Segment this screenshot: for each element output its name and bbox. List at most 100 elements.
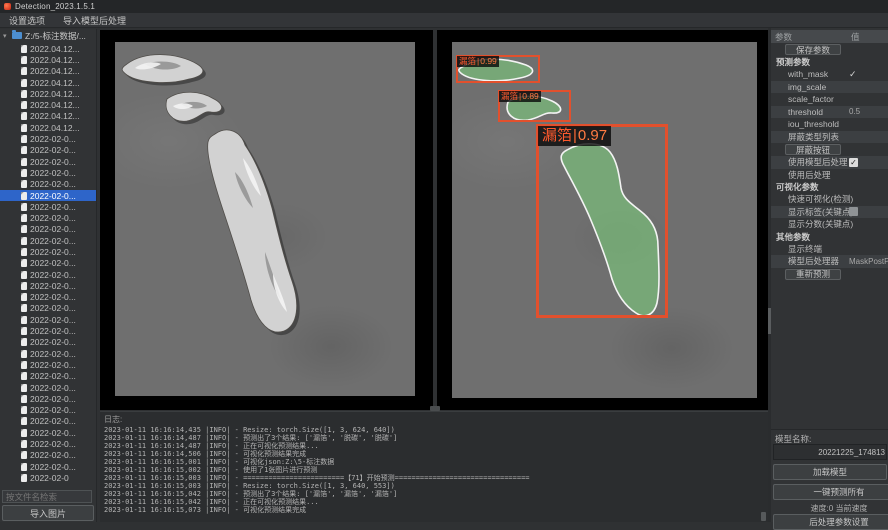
- param-row[interactable]: 屏蔽类型列表: [771, 131, 888, 144]
- param-action-button[interactable]: 重新预测: [785, 269, 841, 280]
- param-row[interactable]: 快速可视化(检测): [771, 193, 888, 206]
- tree-item[interactable]: 2022-02-0...: [0, 314, 96, 325]
- tree-item[interactable]: 2022-02-0...: [0, 190, 96, 201]
- tree-item[interactable]: 2022-02-0...: [0, 145, 96, 156]
- model-name-field[interactable]: 20221225_174813: [773, 444, 887, 460]
- tree-item-label: 2022-02-0...: [30, 383, 76, 393]
- postprocess-params-button[interactable]: 后处理参数设置: [773, 514, 888, 530]
- param-action-button[interactable]: 屏蔽按钮: [785, 144, 841, 155]
- tree-root[interactable]: ▾ Z:/5-标注数据/...: [0, 29, 96, 42]
- log-line: 2023-01-11 16:16:15,042 |INFO| - 正在可视化预测…: [100, 498, 768, 506]
- tree-item[interactable]: 2022-02-0...: [0, 224, 96, 235]
- param-row[interactable]: threshold0.5: [771, 106, 888, 119]
- tree-item[interactable]: 2022-02-0...: [0, 269, 96, 280]
- tree-root-label: Z:/5-标注数据/...: [25, 30, 86, 42]
- file-icon: [21, 248, 27, 256]
- tree-item[interactable]: 2022.04.12...: [0, 66, 96, 77]
- tree-item-label: 2022-02-0...: [30, 315, 76, 325]
- load-model-button[interactable]: 加载模型: [773, 464, 887, 480]
- tree-item-label: 2022-02-0: [30, 473, 69, 483]
- tree-item[interactable]: 2022-02-0...: [0, 438, 96, 449]
- tree-item[interactable]: 2022-02-0...: [0, 405, 96, 416]
- tree-item[interactable]: 2022-02-0...: [0, 246, 96, 257]
- param-row[interactable]: 显示终端: [771, 243, 888, 256]
- detection-box: 漏箔|0.89: [498, 90, 571, 122]
- tree-item[interactable]: 2022-02-0...: [0, 450, 96, 461]
- log-line: 2023-01-11 16:16:15,001 |INFO| - 可视化json…: [100, 458, 768, 466]
- param-table-header: 参数 值: [771, 30, 888, 43]
- tree-item[interactable]: 2022-02-0...: [0, 212, 96, 223]
- param-row[interactable]: 显示标签(关键点): [771, 206, 888, 219]
- model-section: 模型名称: 20221225_174813 加载模型 一键预测所有 速度:0 当…: [771, 429, 888, 522]
- tree-item[interactable]: 2022-02-0...: [0, 325, 96, 336]
- detection-label: 漏箔|0.99: [457, 56, 499, 67]
- tree-item[interactable]: 2022-02-0...: [0, 348, 96, 359]
- app-icon: [4, 3, 11, 10]
- tree-item-label: 2022-02-0...: [30, 303, 76, 313]
- tree-item[interactable]: 2022.04.12...: [0, 88, 96, 99]
- tree-item[interactable]: 2022-02-0...: [0, 133, 96, 144]
- checkbox-unchecked-icon[interactable]: [849, 207, 858, 216]
- param-column-header: 参数: [771, 31, 792, 43]
- tree-item-label: 2022-02-0...: [30, 224, 76, 234]
- file-list: 2022.04.12...2022.04.12...2022.04.12...2…: [0, 43, 96, 487]
- tree-item[interactable]: 2022.04.12...: [0, 43, 96, 54]
- tree-item[interactable]: 2022-02-0...: [0, 201, 96, 212]
- tree-item[interactable]: 2022-02-0...: [0, 167, 96, 178]
- file-icon: [21, 90, 27, 98]
- menu-item-import-postprocess[interactable]: 导入模型后处理: [54, 13, 135, 27]
- tree-item[interactable]: 2022-02-0...: [0, 359, 96, 370]
- checkbox-checked-icon[interactable]: ✓: [849, 158, 858, 167]
- tree-item[interactable]: 2022-02-0...: [0, 393, 96, 404]
- param-value: ✓: [849, 158, 858, 167]
- param-row[interactable]: 使用后处理: [771, 169, 888, 182]
- param-row[interactable]: 模型后处理器MaskPostPro: [771, 255, 888, 268]
- tree-item[interactable]: 2022-02-0...: [0, 179, 96, 190]
- tree-item[interactable]: 2022-02-0...: [0, 337, 96, 348]
- params-panel: 参数 值 保存参数预测参数with_mask✓img_scalescale_fa…: [771, 28, 888, 522]
- tree-item[interactable]: 2022-02-0...: [0, 258, 96, 269]
- param-row[interactable]: iou_threshold: [771, 118, 888, 131]
- search-input[interactable]: [2, 490, 92, 503]
- tree-item[interactable]: 2022.04.12...: [0, 99, 96, 110]
- tree-item-label: 2022-02-0...: [30, 236, 76, 246]
- tree-item-label: 2022-02-0...: [30, 462, 76, 472]
- chevron-down-icon[interactable]: ▾: [3, 32, 9, 40]
- param-row[interactable]: img_scale: [771, 81, 888, 94]
- log-scrollbar[interactable]: [761, 512, 766, 521]
- param-row[interactable]: 使用模型后处理✓: [771, 156, 888, 169]
- tree-item[interactable]: 2022.04.12...: [0, 77, 96, 88]
- param-value: ✓: [849, 69, 857, 80]
- file-icon: [21, 237, 27, 245]
- tree-item[interactable]: 2022-02-0...: [0, 416, 96, 427]
- tree-item-label: 2022-02-0...: [30, 326, 76, 336]
- log-area: 日志: 2023-01-11 16:16:14,435 |INFO| - Res…: [100, 411, 768, 522]
- param-row[interactable]: 显示分数(关键点): [771, 218, 888, 231]
- file-icon: [21, 56, 27, 64]
- predict-all-button[interactable]: 一键预测所有: [773, 484, 888, 500]
- file-icon: [21, 192, 27, 200]
- menu-item-settings[interactable]: 设置选项: [0, 13, 54, 27]
- tree-item[interactable]: 2022-02-0...: [0, 461, 96, 472]
- tree-item[interactable]: 2022.04.12...: [0, 54, 96, 65]
- param-row[interactable]: scale_factor: [771, 93, 888, 106]
- tree-item-label: 2022-02-0...: [30, 337, 76, 347]
- tree-item[interactable]: 2022-02-0...: [0, 382, 96, 393]
- detection-box: 漏箔|0.97: [536, 124, 668, 318]
- file-icon: [21, 203, 27, 211]
- prediction-image-canvas: 漏箔|0.99 漏箔|0.89漏箔|0.97: [437, 30, 768, 410]
- tree-item[interactable]: 2022-02-0...: [0, 156, 96, 167]
- tree-item[interactable]: 2022.04.12...: [0, 122, 96, 133]
- param-action-button[interactable]: 保存参数: [785, 44, 841, 55]
- tree-item[interactable]: 2022-02-0: [0, 472, 96, 483]
- tree-item[interactable]: 2022-02-0...: [0, 280, 96, 291]
- file-icon: [21, 474, 27, 482]
- tree-item[interactable]: 2022-02-0...: [0, 292, 96, 303]
- tree-item[interactable]: 2022.04.12...: [0, 111, 96, 122]
- tree-item[interactable]: 2022-02-0...: [0, 303, 96, 314]
- tree-item[interactable]: 2022-02-0...: [0, 235, 96, 246]
- tree-item[interactable]: 2022-02-0...: [0, 371, 96, 382]
- import-images-button[interactable]: 导入图片: [2, 505, 94, 521]
- param-row[interactable]: with_mask✓: [771, 68, 888, 81]
- tree-item[interactable]: 2022-02-0...: [0, 427, 96, 438]
